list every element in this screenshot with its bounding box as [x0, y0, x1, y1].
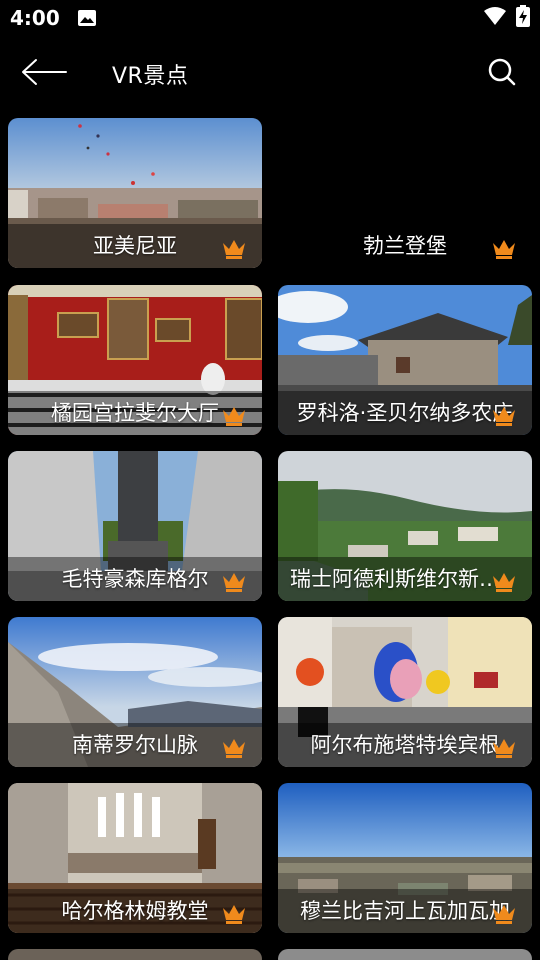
crown-icon [492, 406, 516, 426]
search-button[interactable] [486, 56, 520, 90]
spot-card[interactable]: 穆兰比吉河上瓦加瓦加 [278, 783, 532, 933]
crown-icon [222, 239, 246, 259]
back-button[interactable] [20, 56, 70, 92]
status-bar: 4:00 [0, 0, 540, 36]
crown-icon [492, 904, 516, 924]
battery-charging-icon [516, 5, 530, 31]
spot-card[interactable]: 毛特豪森库格尔 [8, 451, 262, 601]
crown-icon [222, 904, 246, 924]
crown-icon [222, 738, 246, 758]
spot-card[interactable]: 罗科洛·圣贝尔纳多农庄 [278, 285, 532, 435]
spot-card[interactable]: 橘园宫拉斐尔大厅 [8, 285, 262, 435]
spot-card[interactable]: 勃兰登堡 [278, 118, 532, 268]
search-icon [486, 58, 518, 92]
crown-icon [492, 572, 516, 592]
spot-card[interactable]: 哈尔格林姆教堂 [8, 783, 262, 933]
spot-card[interactable]: 阿尔布施塔特埃宾根 [278, 617, 532, 767]
wifi-icon [484, 7, 506, 29]
spot-card-partial[interactable] [8, 949, 262, 960]
crown-icon [222, 406, 246, 426]
app-bar: VR景点 [0, 36, 540, 112]
image-icon [77, 10, 96, 26]
crown-icon [492, 239, 516, 259]
crown-icon [492, 738, 516, 758]
arrow-left-icon [20, 57, 68, 91]
page-title: VR景点 [112, 64, 189, 89]
crown-icon [222, 572, 246, 592]
status-time: 4:00 [10, 6, 60, 30]
spot-card[interactable]: 南蒂罗尔山脉 [8, 617, 262, 767]
spot-card[interactable]: 瑞士阿德利斯维尔新教... [278, 451, 532, 601]
spot-card[interactable]: 亚美尼亚 [8, 118, 262, 268]
spot-card-partial[interactable] [278, 949, 532, 960]
